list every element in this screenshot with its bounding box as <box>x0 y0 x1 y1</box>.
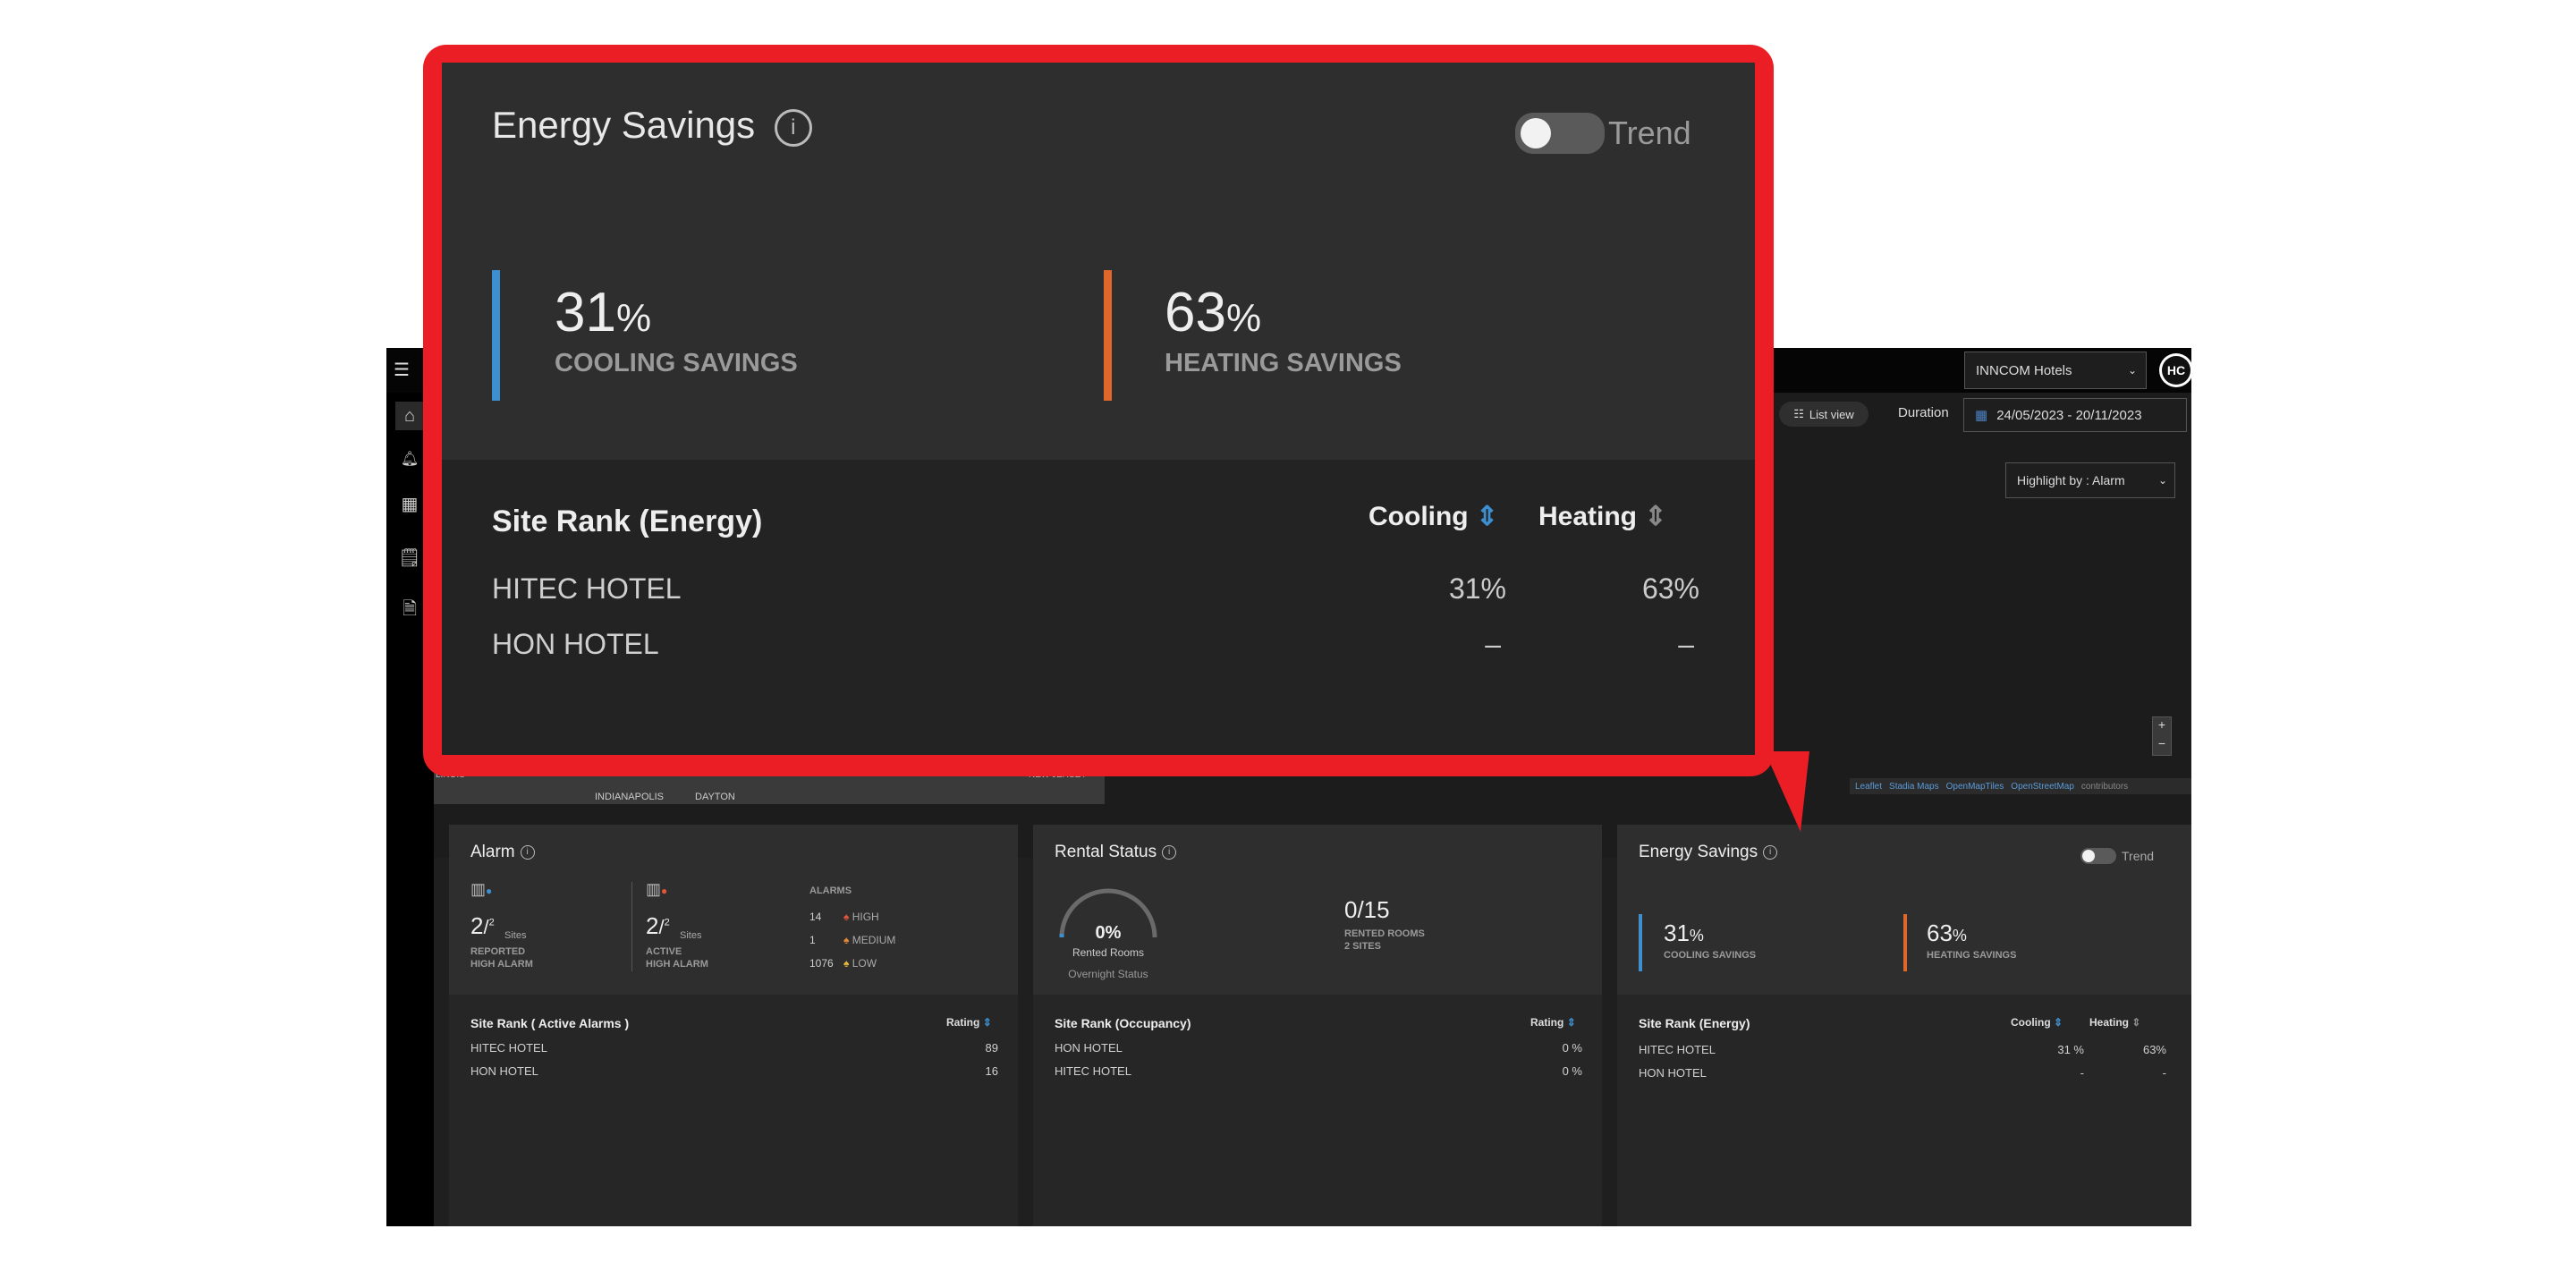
rented-rooms-value: 0/15 <box>1344 896 1390 923</box>
cooling-bar <box>492 270 500 401</box>
org-select[interactable]: INNCOM Hotels ⌄ <box>1964 352 2147 389</box>
attribution-text: contributors <box>2080 781 2129 792</box>
sort-icon: ⇕ <box>2054 1016 2063 1029</box>
alarm-level-row[interactable]: 1076 ♠ LOW <box>809 957 877 970</box>
alarms-heading: ALARMS <box>809 886 852 896</box>
home-icon[interactable]: ⌂ <box>395 402 424 430</box>
info-icon[interactable]: i <box>520 844 535 860</box>
highlight-select[interactable]: Highlight by : Alarm ⌄ <box>2005 462 2175 498</box>
cooling-sort-button[interactable]: Cooling ⇕ <box>2011 1016 2063 1029</box>
heating-value: 63 <box>1165 282 1226 343</box>
cooling-value: 31 <box>1664 919 1690 946</box>
date-range-picker[interactable]: ▦ 24/05/2023 - 20/11/2023 <box>1963 398 2187 432</box>
trend-toggle[interactable] <box>2080 848 2116 864</box>
rental-status-card: Rental Status i 0% Rented Rooms Overnight… <box>1033 825 1602 1226</box>
avatar[interactable]: HC <box>2159 353 2191 387</box>
attribution-link[interactable]: OpenStreetMap <box>2011 782 2074 792</box>
building-alert-icon: ▥● <box>646 880 668 898</box>
card-title: Alarm <box>470 843 515 861</box>
bell-icon[interactable]: 🔔︎ <box>395 445 424 473</box>
sort-icon: ⇕ <box>2131 1016 2141 1029</box>
cooling-bar <box>1639 914 1642 971</box>
info-icon[interactable]: i <box>1763 844 1778 860</box>
rank-title: Site Rank (Occupancy) <box>1055 1016 1191 1030</box>
chevron-down-icon: ⌄ <box>2157 474 2167 487</box>
callout-pointer <box>1765 751 1809 832</box>
gauge-value: 0% <box>1095 923 1122 943</box>
hamburger-icon[interactable]: ☰ <box>394 359 413 380</box>
rating-sort-button[interactable]: Rating ⇕ <box>946 1016 992 1029</box>
attribution-link[interactable]: Leaflet <box>1855 782 1882 792</box>
trend-label: Trend <box>2122 849 2155 863</box>
grid-icon[interactable]: ▦ <box>395 489 424 518</box>
sort-icon: ⇕ <box>1475 502 1499 531</box>
heating-sort-button[interactable]: Heating ⇕ <box>1538 501 1667 532</box>
zoom-controls: + − <box>2152 716 2172 756</box>
map-label: DAYTON <box>695 792 735 802</box>
overnight-status: Overnight Status <box>1068 968 1148 980</box>
zoom-in-button[interactable]: + <box>2153 717 2171 736</box>
calendar-icon: ▦ <box>1975 408 1988 423</box>
document-icon[interactable]: 🗎︎ <box>395 597 424 625</box>
sort-icon: ⇕ <box>982 1016 992 1029</box>
reported-count: 2 <box>470 912 484 939</box>
card-title: Rental Status <box>1055 843 1157 861</box>
heating-sort-button[interactable]: Heating ⇕ <box>2089 1016 2140 1029</box>
info-icon[interactable]: i <box>774 108 812 147</box>
table-row[interactable]: HITEC HOTEL 0 % <box>1055 1064 1582 1078</box>
zoom-callout: Energy Savings i Trend 31% COOLING SAVIN… <box>442 63 1755 755</box>
duration-label: Duration <box>1898 405 1949 420</box>
table-row[interactable]: HITEC HOTEL 31 % 63% <box>1639 1043 2166 1056</box>
bell-icon: ♠ <box>843 957 850 970</box>
info-icon[interactable]: i <box>1162 844 1177 860</box>
gauge-label: Rented Rooms <box>1072 946 1145 959</box>
trend-label: Trend <box>1608 114 1691 151</box>
cooling-sort-button[interactable]: Cooling ⇕ <box>1368 501 1498 532</box>
list-icon: ☷ <box>1793 407 1804 420</box>
alarm-level-row[interactable]: 14 ♠ HIGH <box>809 911 879 923</box>
sort-icon: ⇕ <box>1566 1016 1576 1029</box>
rank-title: Site Rank ( Active Alarms ) <box>470 1016 630 1030</box>
heating-bar <box>1903 914 1907 971</box>
map-attribution: Leaflet Stadia Maps OpenMapTiles OpenStr… <box>1850 778 2191 794</box>
table-row[interactable]: HON HOTEL – – <box>492 628 1699 661</box>
table-row[interactable]: HON HOTEL 16 <box>470 1064 998 1078</box>
alarm-level-row[interactable]: 1 ♠ MEDIUM <box>809 934 895 946</box>
energy-savings-card: Energy Savings i Trend 31% COOLING SAVING… <box>1617 825 2191 1226</box>
sort-icon: ⇕ <box>1644 502 1667 531</box>
heating-bar <box>1104 270 1112 401</box>
bell-icon: ♠ <box>843 911 850 923</box>
zoom-out-button[interactable]: − <box>2153 736 2171 754</box>
bell-icon: ♠ <box>843 934 850 946</box>
building-alert-icon: ▥● <box>470 880 493 898</box>
active-count: 2 <box>646 912 659 939</box>
attribution-link[interactable]: Stadia Maps <box>1889 782 1939 792</box>
rank-title: Site Rank (Energy) <box>492 504 763 538</box>
heating-value: 63 <box>1927 919 1953 946</box>
rating-sort-button[interactable]: Rating ⇕ <box>1530 1016 1576 1029</box>
alarm-card: Alarm i ▥● 2/2 Sites REPORTED HIGH ALARM … <box>449 825 1018 1226</box>
cooling-value: 31 <box>555 282 616 343</box>
report-check-icon[interactable]: 🗒︎ <box>395 543 424 572</box>
divider <box>631 882 632 971</box>
chevron-down-icon: ⌄ <box>2127 364 2137 377</box>
table-row[interactable]: HITEC HOTEL 89 <box>470 1041 998 1055</box>
zoom-card-title: Energy Savings <box>492 104 756 146</box>
table-row[interactable]: HITEC HOTEL 31% 63% <box>492 572 1699 606</box>
table-row[interactable]: HON HOTEL - - <box>1639 1066 2166 1080</box>
map-label: INDIANAPOLIS <box>595 792 665 802</box>
table-row[interactable]: HON HOTEL 0 % <box>1055 1041 1582 1055</box>
rank-title: Site Rank (Energy) <box>1639 1016 1750 1030</box>
card-title: Energy Savings <box>1639 843 1758 861</box>
trend-toggle[interactable] <box>1515 113 1605 154</box>
attribution-link[interactable]: OpenMapTiles <box>1946 782 2004 792</box>
list-view-button[interactable]: ☷ List view <box>1779 402 1868 427</box>
